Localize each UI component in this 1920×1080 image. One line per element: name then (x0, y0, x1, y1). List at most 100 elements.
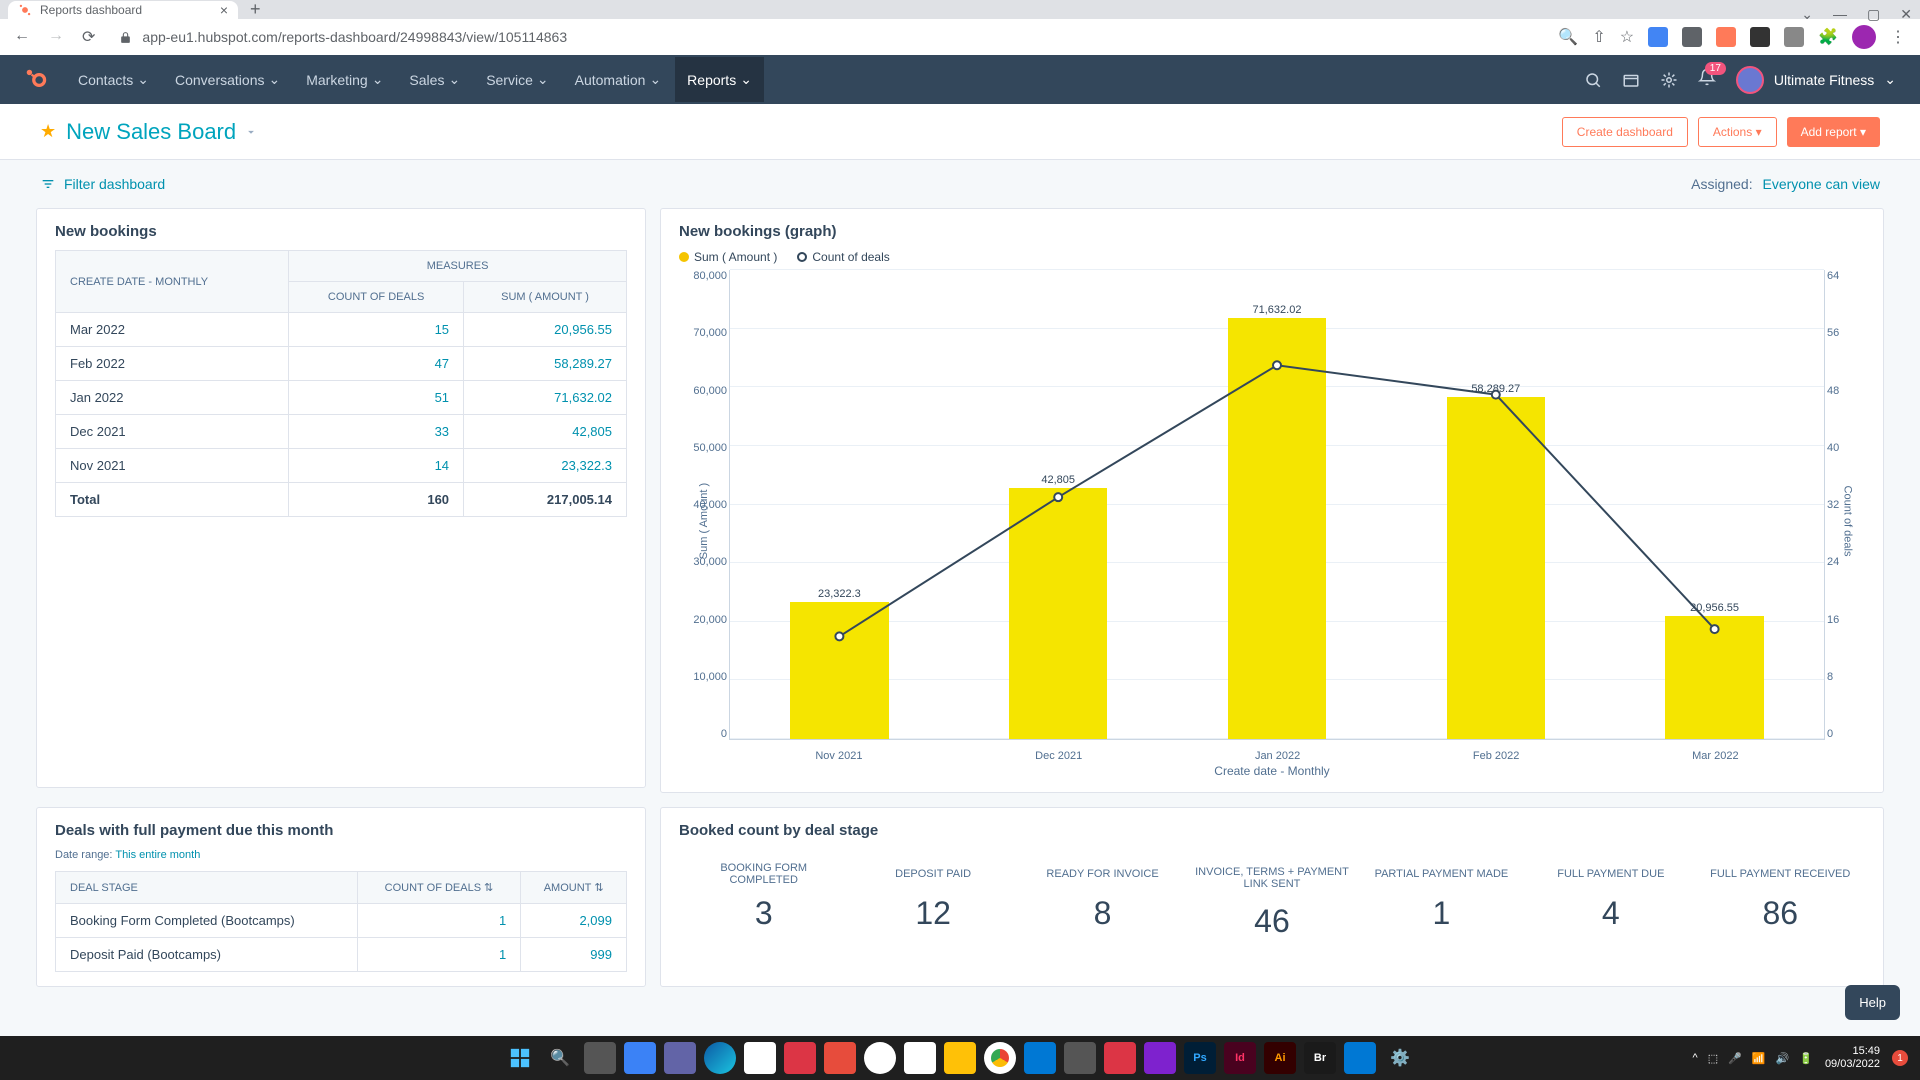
chart-bar[interactable]: 42,805 (960, 474, 1157, 739)
actions-button[interactable]: Actions ▾ (1698, 117, 1777, 147)
chrome-icon[interactable] (984, 1042, 1016, 1074)
dashboard-header: ★ New Sales Board Create dashboard Actio… (0, 104, 1920, 160)
marketplace-icon[interactable] (1622, 71, 1640, 89)
create-dashboard-button[interactable]: Create dashboard (1562, 117, 1688, 147)
taskbar-clock[interactable]: 15:49 09/03/2022 (1825, 1045, 1880, 1071)
browser-tab[interactable]: Reports dashboard × (8, 1, 238, 19)
indesign-icon[interactable]: Id (1224, 1042, 1256, 1074)
chart-bar[interactable]: 71,632.02 (1179, 304, 1376, 739)
share-icon[interactable]: ⇧ (1592, 27, 1605, 47)
help-button[interactable]: Help (1845, 985, 1900, 1020)
explorer-icon[interactable] (944, 1042, 976, 1074)
stage-column[interactable]: INVOICE, TERMS + PAYMENT LINK SENT46 (1187, 859, 1356, 940)
illustrator-icon[interactable]: Ai (1264, 1042, 1296, 1074)
photoshop-icon[interactable]: Ps (1184, 1042, 1216, 1074)
stage-column[interactable]: FULL PAYMENT DUE4 (1526, 859, 1695, 940)
cell-period: Dec 2021 (56, 415, 289, 449)
bridge-icon[interactable]: Br (1304, 1042, 1336, 1074)
tab-close-icon[interactable]: × (220, 2, 228, 18)
music-icon[interactable] (864, 1042, 896, 1074)
chart-bar[interactable]: 20,956.55 (1616, 602, 1813, 739)
address-bar[interactable]: app-eu1.hubspot.com/reports-dashboard/24… (109, 29, 1544, 45)
ext-icon-5[interactable] (1784, 27, 1804, 47)
profile-avatar[interactable] (1852, 25, 1876, 49)
table-row[interactable]: Jan 20225171,632.02 (56, 381, 627, 415)
acrobat-icon[interactable] (784, 1042, 816, 1074)
ext-icon-camera[interactable] (1682, 27, 1702, 47)
table-row[interactable]: Nov 20211423,322.3 (56, 449, 627, 483)
hubspot-logo-icon[interactable] (24, 67, 50, 93)
settings-icon[interactable] (1660, 71, 1678, 89)
tray-mic-icon[interactable]: 🎤 (1728, 1052, 1742, 1065)
nav-contacts[interactable]: Contacts⌄ (78, 57, 149, 102)
back-icon[interactable]: ← (14, 27, 30, 47)
nav-reports[interactable]: Reports⌄ (675, 57, 764, 102)
table-row[interactable]: Feb 20224758,289.27 (56, 347, 627, 381)
tray-battery-icon[interactable]: 🔋 (1799, 1052, 1813, 1065)
calculator-icon[interactable] (1064, 1042, 1096, 1074)
edge-icon[interactable] (704, 1042, 736, 1074)
app-icon-blue[interactable] (1344, 1042, 1376, 1074)
mail-icon[interactable] (1024, 1042, 1056, 1074)
tray-notification-icon[interactable]: 1 (1892, 1050, 1908, 1066)
task-view-icon[interactable] (584, 1042, 616, 1074)
app-icon-purple[interactable] (1144, 1042, 1176, 1074)
table-row[interactable]: Dec 20213342,805 (56, 415, 627, 449)
start-button[interactable] (504, 1042, 536, 1074)
stage-column[interactable]: DEPOSIT PAID12 (848, 859, 1017, 940)
col-amount[interactable]: AMOUNT ⇅ (521, 872, 627, 904)
nav-service[interactable]: Service⌄ (486, 57, 548, 102)
table-row[interactable]: Booking Form Completed (Bootcamps)12,099 (56, 904, 627, 938)
ext-icon-hubspot[interactable] (1716, 27, 1736, 47)
notifications-button[interactable]: 17 (1698, 68, 1716, 91)
stage-column[interactable]: FULL PAYMENT RECEIVED86 (1696, 859, 1865, 940)
minimize-icon[interactable]: — (1833, 6, 1847, 23)
table-row[interactable]: Mar 20221520,956.55 (56, 313, 627, 347)
ext-icon-4[interactable] (1750, 27, 1770, 47)
table-row[interactable]: Deposit Paid (Bootcamps)1999 (56, 938, 627, 972)
stage-column[interactable]: PARTIAL PAYMENT MADE1 (1357, 859, 1526, 940)
chart-bar[interactable]: 58,289.27 (1397, 383, 1594, 739)
dashboard-title-dropdown[interactable]: New Sales Board (66, 119, 258, 145)
col-count-deals[interactable]: COUNT OF DEALS ⇅ (357, 872, 521, 904)
close-icon[interactable]: ✕ (1900, 6, 1912, 23)
settings-taskbar-icon[interactable]: ⚙️ (1384, 1042, 1416, 1074)
extensions-icon[interactable]: 🧩 (1818, 27, 1838, 47)
table-total-row: Total160217,005.14 (56, 483, 627, 517)
ext-icon-1[interactable] (1648, 27, 1668, 47)
caret-down-icon[interactable]: ⌄ (1801, 6, 1813, 23)
teams-icon[interactable] (664, 1042, 696, 1074)
widgets-icon[interactable] (624, 1042, 656, 1074)
stage-column[interactable]: READY FOR INVOICE8 (1018, 859, 1187, 940)
chart-bar[interactable]: 23,322.3 (741, 588, 938, 739)
pdf-icon[interactable] (1104, 1042, 1136, 1074)
nav-automation[interactable]: Automation⌄ (575, 57, 662, 102)
col-deal-stage[interactable]: DEAL STAGE (56, 872, 358, 904)
star-icon[interactable]: ☆ (1620, 27, 1634, 47)
nav-marketing[interactable]: Marketing⌄ (306, 57, 383, 102)
tray-volume-icon[interactable]: 🔊 (1776, 1052, 1790, 1065)
tray-chevron-icon[interactable]: ^ (1693, 1052, 1698, 1064)
maximize-icon[interactable]: ▢ (1867, 6, 1880, 23)
tray-wifi-icon[interactable]: 📶 (1752, 1052, 1766, 1065)
tray-app-icon[interactable]: ⬚ (1708, 1052, 1718, 1065)
nav-conversations[interactable]: Conversations⌄ (175, 57, 280, 102)
menu-icon[interactable]: ⋮ (1890, 27, 1906, 47)
new-tab-button[interactable]: + (250, 0, 261, 20)
app-icon-1[interactable] (824, 1042, 856, 1074)
reload-icon[interactable]: ⟳ (82, 27, 95, 47)
zoom-icon[interactable]: 🔍 (1558, 27, 1578, 47)
favorite-star-icon[interactable]: ★ (40, 121, 56, 142)
account-menu[interactable]: Ultimate Fitness ⌄ (1736, 66, 1896, 94)
forward-icon[interactable]: → (48, 27, 64, 47)
slack-icon[interactable] (904, 1042, 936, 1074)
calendar-icon[interactable] (744, 1042, 776, 1074)
filter-bar: Filter dashboard Assigned: Everyone can … (0, 160, 1920, 208)
assigned-link[interactable]: Everyone can view (1762, 176, 1880, 192)
search-icon[interactable] (1584, 71, 1602, 89)
filter-dashboard-link[interactable]: Filter dashboard (40, 176, 165, 192)
add-report-button[interactable]: Add report ▾ (1787, 117, 1880, 147)
search-taskbar-icon[interactable]: 🔍 (544, 1042, 576, 1074)
nav-sales[interactable]: Sales⌄ (409, 57, 460, 102)
stage-column[interactable]: BOOKING FORM COMPLETED3 (679, 859, 848, 940)
